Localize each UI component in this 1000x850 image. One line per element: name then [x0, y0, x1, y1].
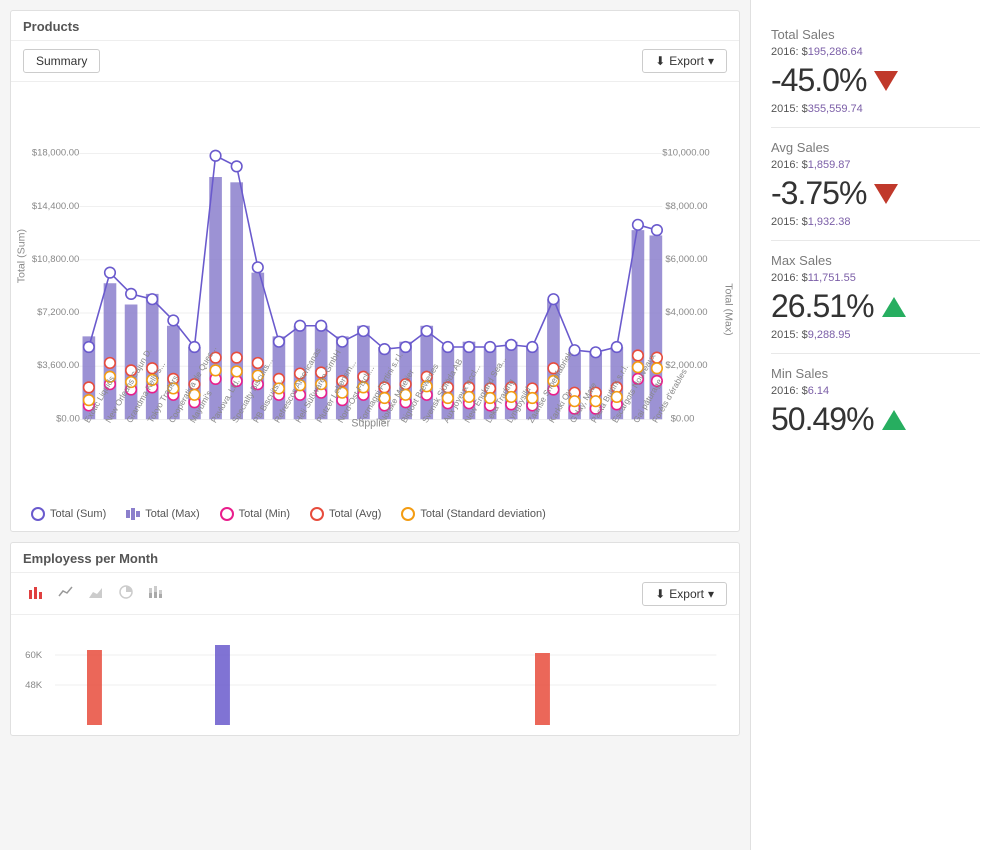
export-label: Export — [669, 54, 704, 68]
employees-export-button[interactable]: ⬇ Export ▾ — [642, 582, 727, 606]
avg-sales-label: Avg Sales — [771, 140, 980, 155]
legend-total-sum: Total (Sum) — [31, 507, 106, 521]
avg-sales-pct: -3.75% — [771, 175, 866, 212]
y-right-5: $10,000.00 — [662, 148, 709, 159]
legend-total-max: Total (Max) — [126, 507, 199, 521]
max-sales-metric: Max Sales 2016: $11,751.55 26.51% 2015: … — [771, 241, 980, 354]
legend-total-std: Total (Standard deviation) — [401, 507, 545, 521]
employees-export-label: Export — [669, 587, 704, 601]
legend-max-icon — [126, 508, 140, 520]
stacked-chart-button[interactable] — [143, 581, 169, 606]
legend-total-avg: Total (Avg) — [310, 507, 381, 521]
legend-sum-icon — [31, 507, 45, 521]
employees-title: Employess per Month — [11, 543, 739, 573]
y-right-4: $8,000.00 — [665, 201, 707, 212]
avg-sales-pct-row: -3.75% — [771, 175, 980, 212]
legend-std-label: Total (Standard deviation) — [420, 508, 545, 520]
employees-card: Employess per Month — [10, 542, 740, 736]
max-sales-arrow-up — [882, 297, 906, 317]
min-sales-label: Min Sales — [771, 366, 980, 381]
legend-min-icon — [220, 507, 234, 521]
products-chart-container: $0.00 $3,600.00 $7,200.00 $10,800.00 $14… — [11, 82, 739, 502]
y-left-4: $14,400.00 — [32, 201, 79, 212]
products-title: Products — [11, 11, 739, 41]
y-right-title: Total (Max) — [723, 283, 734, 335]
avg-sales-2015: 2015: $1,932.38 — [771, 216, 980, 228]
min-sales-2016: 2016: $6.14 — [771, 385, 980, 397]
max-sales-pct: 26.51% — [771, 288, 874, 325]
legend-std-icon — [401, 507, 415, 521]
products-card: Products Summary ⬇ Export ▾ $0.00 $3,600… — [10, 10, 740, 532]
export-icon-2: ⬇ — [655, 587, 665, 601]
legend-avg-label: Total (Avg) — [329, 508, 381, 520]
min-sales-metric: Min Sales 2016: $6.14 50.49% — [771, 354, 980, 454]
y-left-0: $0.00 — [56, 413, 80, 424]
total-sales-pct-row: -45.0% — [771, 62, 980, 99]
products-legend: Total (Sum) Total (Max) Total (Min) — [11, 502, 739, 531]
y-right-1: $2,000.00 — [665, 360, 707, 371]
max-sales-pct-row: 26.51% — [771, 288, 980, 325]
legend-max-label: Total (Max) — [145, 508, 199, 520]
total-sales-arrow-down — [874, 71, 898, 91]
total-sales-2015: 2015: $355,559.74 — [771, 103, 980, 115]
max-sales-2016: 2016: $11,751.55 — [771, 272, 980, 284]
min-sales-pct-row: 50.49% — [771, 401, 980, 438]
pie-chart-button[interactable] — [113, 581, 139, 606]
employees-chart-container: 60K 48K — [11, 615, 739, 735]
area-chart-button[interactable] — [83, 581, 109, 606]
chevron-down-icon-2: ▾ — [708, 587, 714, 601]
legend-min-label: Total (Min) — [239, 508, 290, 520]
legend-sum-label: Total (Sum) — [50, 508, 106, 520]
total-sales-pct: -45.0% — [771, 62, 866, 99]
y-right-2: $4,000.00 — [665, 307, 707, 318]
chart-type-icons — [23, 581, 169, 606]
y-left-title: Total (Sum) — [16, 229, 27, 283]
avg-sales-metric: Avg Sales 2016: $1,859.87 -3.75% 2015: $… — [771, 128, 980, 241]
y-left-1: $3,600.00 — [37, 360, 79, 371]
y-right-0: $0.00 — [671, 413, 695, 424]
emp-y-60k: 60K — [25, 650, 43, 660]
max-sales-label: Max Sales — [771, 253, 980, 268]
summary-button[interactable]: Summary — [23, 49, 100, 73]
legend-total-min: Total (Min) — [220, 507, 290, 521]
y-left-3: $10,800.00 — [32, 254, 79, 265]
products-chart-svg: $0.00 $3,600.00 $7,200.00 $10,800.00 $14… — [16, 92, 734, 432]
min-sales-pct: 50.49% — [771, 401, 874, 438]
y-left-5: $18,000.00 — [32, 148, 79, 159]
x-axis-title: Supplier — [351, 418, 390, 430]
legend-avg-icon — [310, 507, 324, 521]
employees-chart-svg: 60K 48K — [23, 625, 727, 735]
metrics-panel: Total Sales 2016: $195,286.64 -45.0% 201… — [750, 0, 1000, 850]
total-sales-2016: 2016: $195,286.64 — [771, 46, 980, 58]
bar-chart-button[interactable] — [23, 581, 49, 606]
min-sales-arrow-up — [882, 410, 906, 430]
employees-toolbar: ⬇ Export ▾ — [11, 573, 739, 615]
emp-y-48k: 48K — [25, 680, 43, 690]
chevron-down-icon: ▾ — [708, 54, 714, 68]
export-button[interactable]: ⬇ Export ▾ — [642, 49, 727, 73]
y-left-2: $7,200.00 — [37, 307, 79, 318]
max-sales-2015: 2015: $9,288.95 — [771, 329, 980, 341]
avg-sales-arrow-down — [874, 184, 898, 204]
total-sales-label: Total Sales — [771, 27, 980, 42]
total-sales-metric: Total Sales 2016: $195,286.64 -45.0% 201… — [771, 15, 980, 128]
avg-sales-2016: 2016: $1,859.87 — [771, 159, 980, 171]
export-icon: ⬇ — [655, 54, 665, 68]
line-chart-button[interactable] — [53, 581, 79, 606]
products-toolbar: Summary ⬇ Export ▾ — [11, 41, 739, 82]
y-right-3: $6,000.00 — [665, 254, 707, 265]
